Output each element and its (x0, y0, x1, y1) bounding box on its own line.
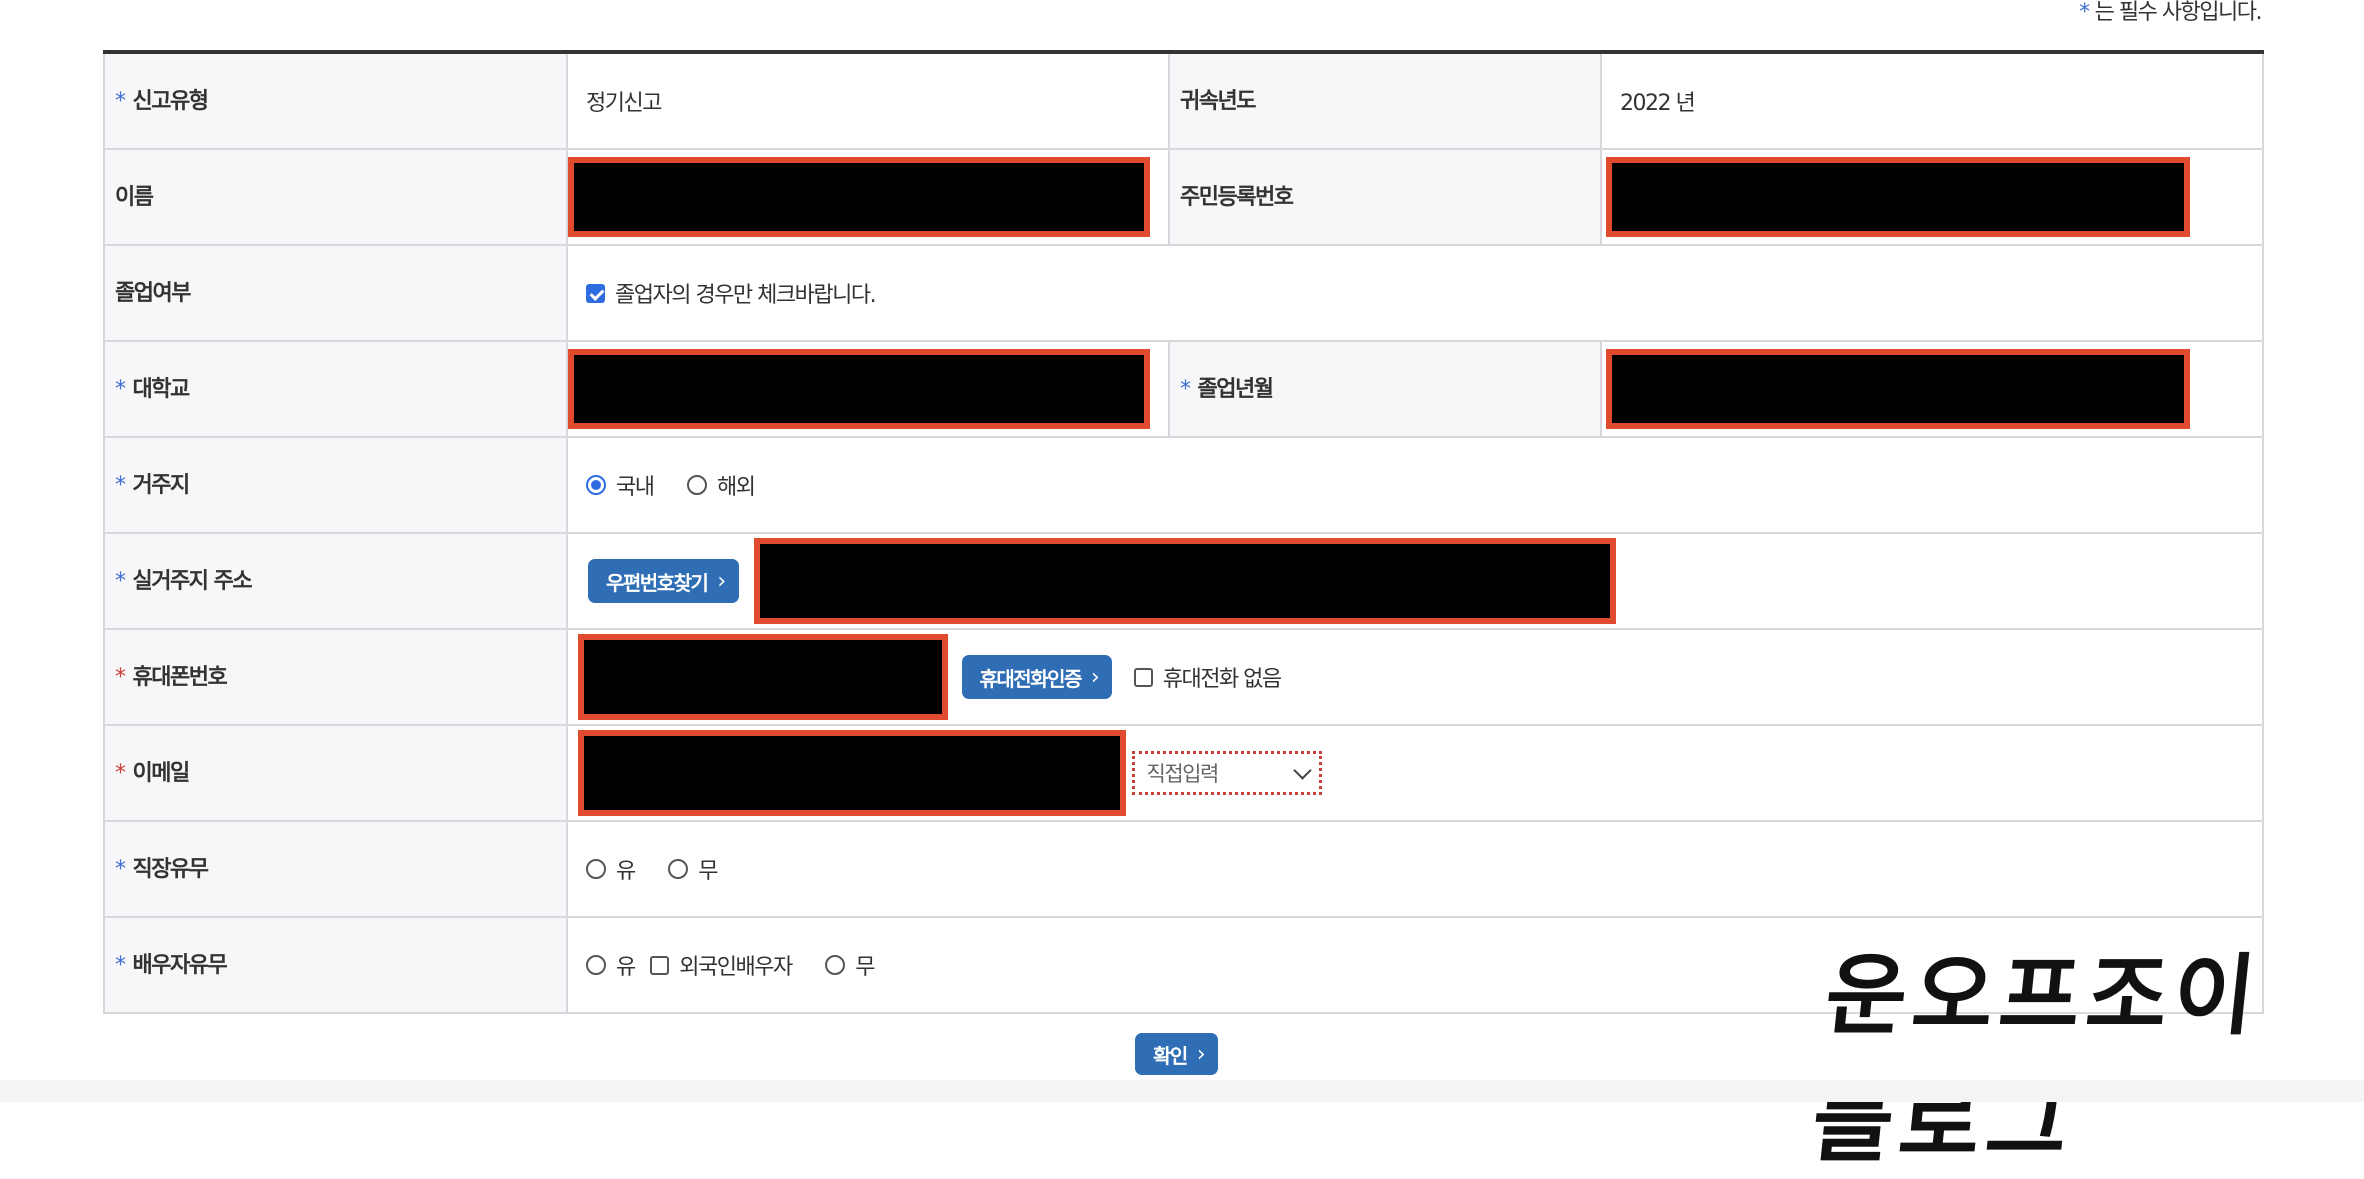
postal-code-search-button[interactable]: 우편번호찾기 › (588, 559, 739, 603)
label-grad-date: * 졸업년월 (1168, 340, 1602, 438)
row-report-type: * 신고유형 정기신고 귀속년도 2022 년 (103, 52, 2264, 150)
spouse-no-option[interactable]: 무 (825, 949, 875, 981)
label-address: * 실거주지 주소 (103, 532, 568, 630)
required-note-text: 는 필수 사항입니다. (2094, 0, 2263, 25)
label-email: * 이메일 (103, 724, 568, 822)
required-star: * (2079, 0, 2090, 25)
chevron-down-icon (1292, 760, 1312, 780)
label-report-type: * 신고유형 (103, 52, 568, 150)
row-name: 이름 주민등록번호 (103, 148, 2264, 246)
spouse-no-radio[interactable] (825, 955, 846, 975)
spouse-yes-radio[interactable] (586, 955, 606, 975)
redacted-rrn (1606, 157, 2190, 237)
redacted-address (754, 538, 1617, 624)
confirm-button[interactable]: 확인 › (1135, 1033, 1219, 1075)
required-note: * 는 필수 사항입니다. (2079, 0, 2263, 26)
value-year: 2022 년 (1600, 52, 2264, 150)
redacted-name (568, 157, 1150, 237)
residence-overseas-radio[interactable] (686, 475, 707, 495)
no-phone-option[interactable]: 휴대전화 없음 (1133, 661, 1282, 693)
redacted-email (578, 730, 1126, 816)
redacted-grad-date (1606, 349, 2190, 429)
confirm-area: 확인 › (1135, 1033, 1219, 1075)
row-university: * 대학교 * 졸업년월 (103, 340, 2264, 438)
label-name: 이름 (103, 148, 568, 246)
foreign-spouse-option[interactable]: 외국인배우자 (650, 949, 793, 981)
employment-yes-option[interactable]: 유 (586, 853, 636, 885)
residence-domestic-radio[interactable] (586, 475, 606, 495)
redacted-phone (578, 634, 948, 720)
phone-verify-button[interactable]: 휴대전화인증 › (961, 655, 1113, 699)
label-rrn: 주민등록번호 (1168, 148, 1602, 246)
employment-no-option[interactable]: 무 (668, 853, 718, 885)
redacted-university (568, 349, 1150, 429)
foreign-spouse-checkbox[interactable] (650, 955, 670, 975)
graduated-option[interactable]: 졸업자의 경우만 체크바랍니다. (586, 277, 877, 309)
no-phone-checkbox[interactable] (1133, 667, 1153, 687)
label-year: 귀속년도 (1168, 52, 1602, 150)
employment-no-radio[interactable] (668, 859, 689, 879)
label-phone: * 휴대폰번호 (103, 628, 568, 726)
residence-domestic-option[interactable]: 국내 (586, 469, 655, 501)
row-email: * 이메일 직접입력 (103, 724, 2264, 822)
row-address: * 실거주지 주소 우편번호찾기 › (103, 532, 2264, 630)
value-report-type: 정기신고 (566, 52, 1170, 150)
page-bottom-bar (0, 1080, 2364, 1102)
employment-yes-radio[interactable] (586, 859, 606, 879)
label-university: * 대학교 (103, 340, 568, 438)
graduated-checkbox[interactable] (586, 283, 605, 303)
tax-report-form: * 신고유형 정기신고 귀속년도 2022 년 이름 주민등록번호 졸업여부 졸업… (103, 50, 2264, 1014)
graduated-checkbox-label: 졸업자의 경우만 체크바랍니다. (615, 283, 877, 308)
row-residence: * 거주지 국내 해외 (103, 436, 2264, 534)
chevron-right-icon: › (1196, 1041, 1206, 1067)
residence-overseas-option[interactable]: 해외 (686, 469, 756, 501)
email-domain-select[interactable]: 직접입력 (1131, 751, 1322, 795)
row-employment: * 직장유무 유 무 (103, 820, 2264, 918)
row-graduated: 졸업여부 졸업자의 경우만 체크바랍니다. (103, 244, 2264, 342)
row-phone: * 휴대폰번호 휴대전화인증 › 휴대전화 없음 (103, 628, 2264, 726)
label-residence: * 거주지 (103, 436, 568, 534)
spouse-yes-option[interactable]: 유 (586, 949, 636, 981)
label-spouse: * 배우자유무 (103, 916, 568, 1014)
chevron-right-icon: › (1090, 664, 1100, 690)
blog-watermark: 운오프조이 블로그 (1807, 944, 2267, 1174)
chevron-right-icon: › (717, 568, 726, 594)
label-employment: * 직장유무 (103, 820, 568, 918)
label-graduated: 졸업여부 (103, 244, 568, 342)
